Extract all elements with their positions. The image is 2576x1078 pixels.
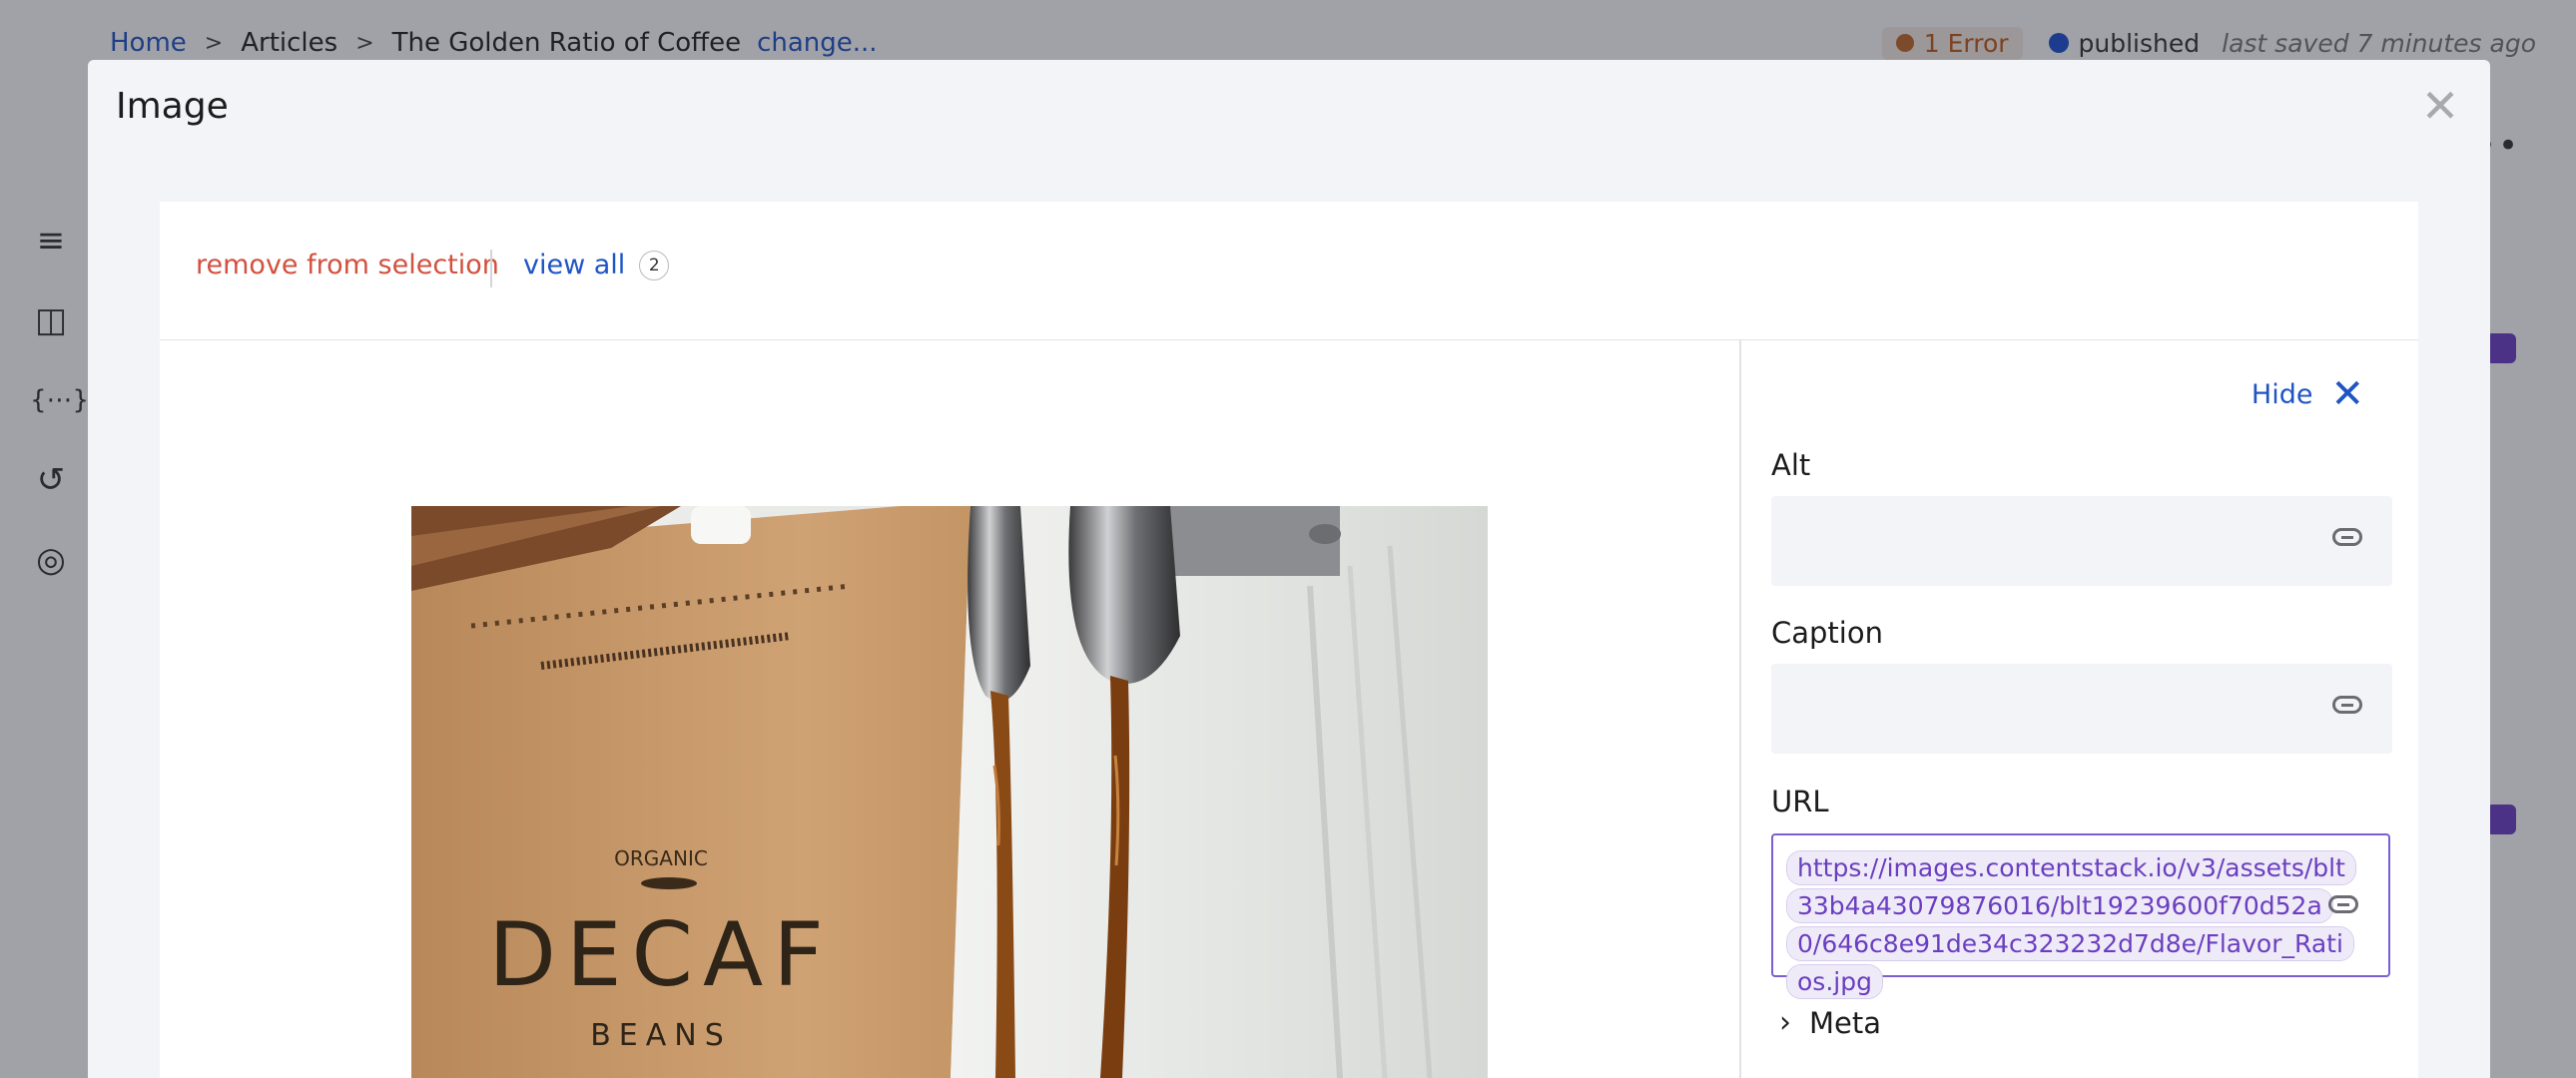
hide-label: Hide — [2251, 378, 2313, 410]
modal-title: Image — [116, 86, 229, 127]
alt-label: Alt — [1771, 448, 1811, 482]
bag-text-beans: BEANS — [590, 1018, 732, 1053]
url-input[interactable]: https://images.contentstack.io/v3/assets… — [1771, 833, 2390, 998]
alt-input[interactable] — [1771, 496, 2392, 586]
remove-from-selection-link[interactable]: remove from selection — [196, 250, 499, 280]
image-details-panel: Hide ✕ Alt Caption URL https://images.co… — [1741, 340, 2418, 1078]
selection-count-badge: 2 — [639, 250, 670, 280]
bag-text-organic: ORGANIC — [614, 846, 708, 870]
caption-label: Caption — [1771, 616, 1883, 650]
meta-toggle[interactable]: › Meta — [1771, 1005, 1881, 1040]
selection-bar: remove from selection view all 2 — [160, 202, 2418, 340]
hide-button[interactable]: Hide ✕ — [2252, 374, 2364, 414]
url-value: https://images.contentstack.io/v3/assets… — [1787, 851, 2355, 998]
view-all-link[interactable]: view all 2 — [523, 250, 670, 280]
image-preview-area: ORGANIC DECAF BEANS — [160, 340, 1741, 1078]
link-icon[interactable] — [2328, 895, 2358, 913]
link-icon[interactable] — [2332, 696, 2362, 714]
espresso-photo: ORGANIC DECAF BEANS — [411, 506, 1488, 1078]
close-icon: ✕ — [2330, 371, 2364, 417]
close-icon[interactable]: ✕ — [2414, 80, 2466, 132]
image-preview: ORGANIC DECAF BEANS — [411, 506, 1488, 1078]
image-panel: remove from selection view all 2 ORGANIC… — [160, 202, 2418, 1078]
bag-text-decaf: DECAF — [488, 903, 834, 1006]
caption-input[interactable] — [1771, 664, 2392, 754]
url-label: URL — [1771, 785, 1829, 818]
image-modal: Image ✕ remove from selection view all 2 — [88, 60, 2490, 1078]
meta-label: Meta — [1809, 1005, 1882, 1040]
divider — [490, 250, 492, 287]
chevron-right-icon: › — [1779, 1005, 1791, 1040]
link-icon[interactable] — [2332, 528, 2362, 546]
url-value-wrapper: https://images.contentstack.io/v3/assets… — [1787, 849, 2355, 1001]
view-all-label: view all — [523, 250, 626, 280]
